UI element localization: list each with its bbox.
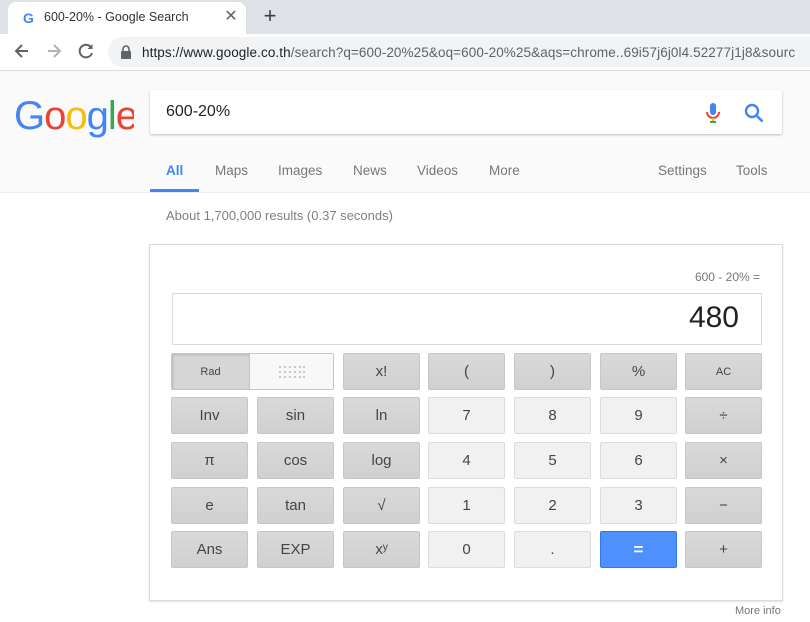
digit-4-button[interactable]: 4 bbox=[428, 442, 505, 479]
sqrt-button[interactable]: √ bbox=[343, 487, 420, 524]
new-tab-button[interactable]: + bbox=[258, 5, 282, 29]
digit-6-button[interactable]: 6 bbox=[600, 442, 677, 479]
multiply-button[interactable]: × bbox=[685, 442, 762, 479]
address-bar[interactable]: https://www.google.co.th/search?q=600-20… bbox=[108, 37, 810, 67]
reload-icon[interactable] bbox=[75, 40, 97, 62]
close-paren-button[interactable]: ) bbox=[514, 353, 591, 390]
search-icon[interactable] bbox=[744, 103, 764, 123]
microphone-icon[interactable] bbox=[705, 102, 721, 124]
deg-mode-button[interactable] bbox=[250, 354, 333, 389]
percent-button[interactable]: % bbox=[600, 353, 677, 390]
digit-9-button[interactable]: 9 bbox=[600, 397, 677, 434]
cos-button[interactable]: cos bbox=[257, 442, 334, 479]
add-button[interactable]: + bbox=[685, 531, 762, 568]
svg-text:Google: Google bbox=[14, 96, 134, 138]
calculator-result: 480 bbox=[688, 301, 739, 334]
power-button[interactable]: xʸ bbox=[343, 531, 420, 568]
factorial-button[interactable]: x! bbox=[343, 353, 420, 390]
browser-toolbar: https://www.google.co.th/search?q=600-20… bbox=[0, 34, 810, 71]
browser-tab[interactable]: G 600-20% - Google Search ✕ bbox=[8, 2, 246, 34]
digit-0-button[interactable]: 0 bbox=[428, 531, 505, 568]
lock-icon bbox=[121, 45, 131, 59]
tab-images[interactable]: Images bbox=[278, 163, 322, 178]
calculator-expression: 600 - 20% = bbox=[694, 270, 760, 284]
active-tab-indicator bbox=[150, 189, 199, 192]
settings-link[interactable]: Settings bbox=[658, 163, 707, 178]
ln-button[interactable]: ln bbox=[343, 397, 420, 434]
forward-arrow-icon[interactable] bbox=[43, 40, 65, 62]
equals-button[interactable]: = bbox=[600, 531, 677, 568]
back-arrow-icon[interactable] bbox=[11, 40, 33, 62]
google-favicon-icon: G bbox=[23, 10, 34, 26]
answer-button[interactable]: Ans bbox=[171, 531, 248, 568]
digit-1-button[interactable]: 1 bbox=[428, 487, 505, 524]
tab-more[interactable]: More bbox=[489, 163, 520, 178]
url-host: https://www.google.co.th bbox=[142, 45, 291, 60]
divide-button[interactable]: ÷ bbox=[685, 397, 762, 434]
svg-text:G: G bbox=[23, 10, 34, 26]
digit-8-button[interactable]: 8 bbox=[514, 397, 591, 434]
tab-news[interactable]: News bbox=[353, 163, 387, 178]
exp-button[interactable]: EXP bbox=[257, 531, 334, 568]
digit-7-button[interactable]: 7 bbox=[428, 397, 505, 434]
tab-strip: G 600-20% - Google Search ✕ + bbox=[0, 0, 810, 34]
calculator-display: 480 bbox=[172, 293, 762, 345]
sin-button[interactable]: sin bbox=[257, 397, 334, 434]
tab-close-icon[interactable]: ✕ bbox=[222, 8, 240, 26]
google-logo[interactable]: Google bbox=[14, 96, 134, 138]
tab-videos[interactable]: Videos bbox=[417, 163, 458, 178]
tan-button[interactable]: tan bbox=[257, 487, 334, 524]
pi-button[interactable]: π bbox=[171, 442, 248, 479]
all-clear-button[interactable]: AC bbox=[685, 353, 762, 390]
tab-maps[interactable]: Maps bbox=[215, 163, 248, 178]
digit-2-button[interactable]: 2 bbox=[514, 487, 591, 524]
calculator-card: 600 - 20% = 480 Rad x! ( ) % AC Inv sin … bbox=[149, 244, 783, 601]
tools-link[interactable]: Tools bbox=[736, 163, 768, 178]
url-text: https://www.google.co.th/search?q=600-20… bbox=[142, 45, 795, 60]
digit-3-button[interactable]: 3 bbox=[600, 487, 677, 524]
digit-5-button[interactable]: 5 bbox=[514, 442, 591, 479]
search-input[interactable] bbox=[166, 102, 686, 122]
log-button[interactable]: log bbox=[343, 442, 420, 479]
tab-all[interactable]: All bbox=[166, 163, 183, 178]
tab-title: 600-20% - Google Search bbox=[44, 10, 189, 24]
url-path: /search?q=600-20%25&oq=600-20%25&aqs=chr… bbox=[290, 45, 796, 60]
search-box bbox=[150, 90, 782, 134]
e-button[interactable]: e bbox=[171, 487, 248, 524]
result-stats: About 1,700,000 results (0.37 seconds) bbox=[166, 208, 393, 223]
decimal-button[interactable]: . bbox=[514, 531, 591, 568]
rad-mode-button[interactable]: Rad bbox=[172, 354, 250, 389]
open-paren-button[interactable]: ( bbox=[428, 353, 505, 390]
inverse-button[interactable]: Inv bbox=[171, 397, 248, 434]
dotted-grid-icon bbox=[278, 365, 305, 378]
subtract-button[interactable]: − bbox=[685, 487, 762, 524]
more-info-link[interactable]: More info bbox=[735, 605, 781, 617]
angle-mode-toggle[interactable]: Rad bbox=[171, 353, 334, 390]
